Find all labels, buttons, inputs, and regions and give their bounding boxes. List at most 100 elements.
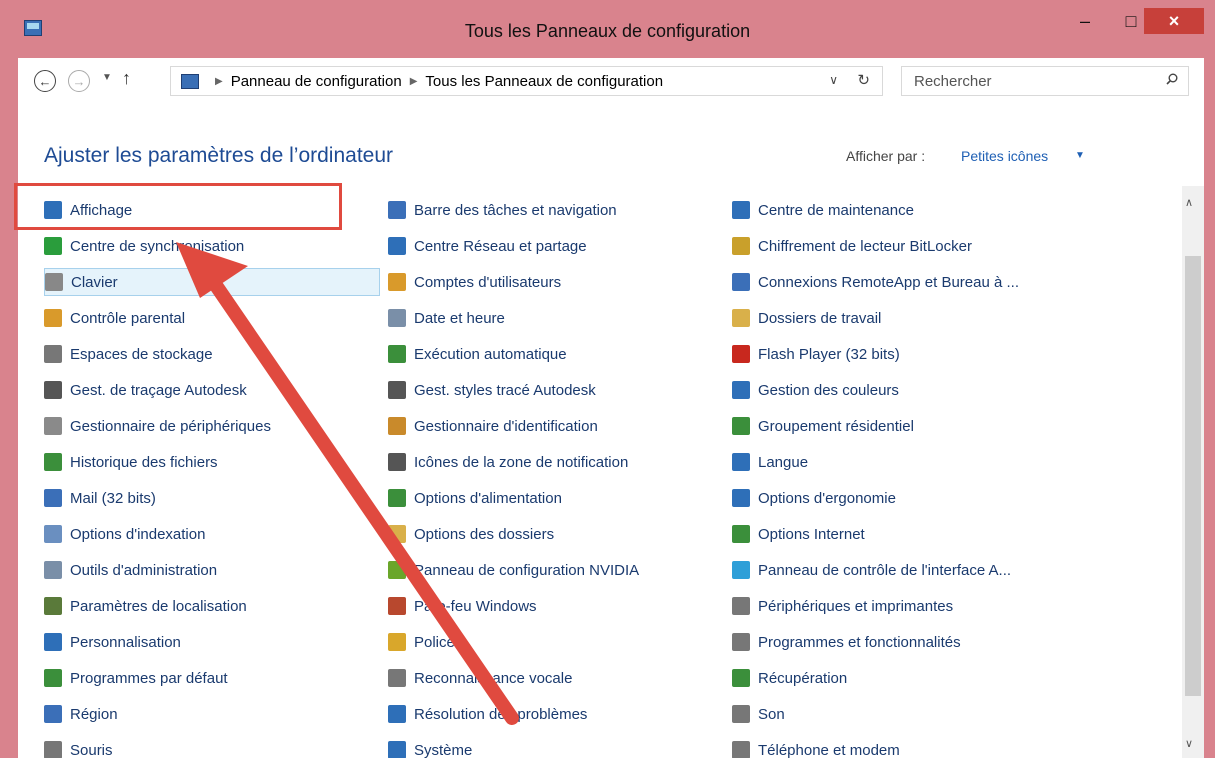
search-placeholder: Rechercher <box>914 73 992 90</box>
scroll-down-button[interactable]: ∨ <box>1185 737 1193 750</box>
item-label: Récupération <box>758 669 848 687</box>
control-panel-item[interactable]: Système <box>388 736 724 758</box>
control-panel-item[interactable]: Polices <box>388 628 724 656</box>
control-panel-icon <box>181 73 199 89</box>
control-panel-item[interactable]: Gest. styles tracé Autodesk <box>388 376 724 404</box>
control-panel-item[interactable]: Téléphone et modem <box>732 736 1068 758</box>
region-icon <box>44 705 62 723</box>
control-panel-item[interactable]: Panneau de contrôle de l'interface A... <box>732 556 1068 584</box>
devices-icon <box>44 417 62 435</box>
view-by-dropdown[interactable]: Petites icônes <box>961 148 1048 164</box>
control-panel-item[interactable]: Contrôle parental <box>44 304 380 332</box>
clock-icon <box>388 309 406 327</box>
item-label: Système <box>414 741 473 758</box>
search-icon[interactable] <box>1166 73 1178 85</box>
address-dropdown-icon[interactable]: ∨ <box>829 73 838 87</box>
control-panel-item[interactable]: Options d'alimentation <box>388 484 724 512</box>
control-panel-item[interactable]: Son <box>732 700 1068 728</box>
control-panel-item[interactable]: Centre de maintenance <box>732 196 1068 224</box>
troubleshoot-icon <box>388 705 406 723</box>
close-button[interactable]: × <box>1144 8 1204 34</box>
control-panel-item[interactable]: Exécution automatique <box>388 340 724 368</box>
control-panel-item[interactable]: Options Internet <box>732 520 1068 548</box>
item-label: Centre Réseau et partage <box>414 237 587 255</box>
item-label: Espaces de stockage <box>70 345 213 363</box>
control-panel-item[interactable]: Clavier <box>44 268 380 296</box>
search-box[interactable]: Rechercher <box>901 66 1189 96</box>
address-bar[interactable]: ▶ Panneau de configuration ▶ Tous les Pa… <box>170 66 883 96</box>
control-panel-item[interactable]: Mail (32 bits) <box>44 484 380 512</box>
control-panel-item[interactable]: Pare-feu Windows <box>388 592 724 620</box>
item-label: Date et heure <box>414 309 505 327</box>
item-label: Pare-feu Windows <box>414 597 537 615</box>
control-panel-item[interactable]: Options d'indexation <box>44 520 380 548</box>
bitlocker-icon <box>732 237 750 255</box>
up-button[interactable]: ↑ <box>122 68 131 89</box>
item-label: Options Internet <box>758 525 865 543</box>
control-panel-item[interactable]: Centre de synchronisation <box>44 232 380 260</box>
language-icon <box>732 453 750 471</box>
item-label: Chiffrement de lecteur BitLocker <box>758 237 972 255</box>
control-panel-item[interactable]: Gestionnaire d'identification <box>388 412 724 440</box>
control-panel-item[interactable]: Espaces de stockage <box>44 340 380 368</box>
control-panel-item[interactable]: Connexions RemoteApp et Bureau à ... <box>732 268 1068 296</box>
item-label: Contrôle parental <box>70 309 186 327</box>
firewall-icon <box>388 597 406 615</box>
refresh-icon[interactable]: ↻ <box>857 71 870 89</box>
control-panel-item[interactable]: Historique des fichiers <box>44 448 380 476</box>
control-panel-item[interactable]: Reconnaissance vocale <box>388 664 724 692</box>
item-label: Gestionnaire de périphériques <box>70 417 271 435</box>
control-panel-item[interactable]: Gest. de traçage Autodesk <box>44 376 380 404</box>
control-panel-item[interactable]: Icônes de la zone de notification <box>388 448 724 476</box>
control-panel-item[interactable]: Dossiers de travail <box>732 304 1068 332</box>
color-management-icon <box>732 381 750 399</box>
back-button[interactable]: ← <box>34 70 56 92</box>
control-panel-item[interactable]: Barre des tâches et navigation <box>388 196 724 224</box>
scroll-up-button[interactable]: ∧ <box>1185 196 1193 209</box>
control-panel-item[interactable]: Paramètres de localisation <box>44 592 380 620</box>
control-panel-item[interactable]: Programmes et fonctionnalités <box>732 628 1068 656</box>
control-panel-item[interactable]: Panneau de configuration NVIDIA <box>388 556 724 584</box>
control-panel-item[interactable]: Souris <box>44 736 380 758</box>
control-panel-item[interactable]: Date et heure <box>388 304 724 332</box>
highlight-box <box>14 183 342 230</box>
control-panel-item[interactable]: Personnalisation <box>44 628 380 656</box>
autoplay-icon <box>388 345 406 363</box>
control-panel-item[interactable]: Chiffrement de lecteur BitLocker <box>732 232 1068 260</box>
control-panel-item[interactable]: Gestionnaire de périphériques <box>44 412 380 440</box>
control-panel-item[interactable]: Région <box>44 700 380 728</box>
control-panel-item[interactable]: Options des dossiers <box>388 520 724 548</box>
control-panel-item[interactable]: Programmes par défaut <box>44 664 380 692</box>
scrollbar-thumb[interactable] <box>1185 256 1201 696</box>
control-panel-item[interactable]: Flash Player (32 bits) <box>732 340 1068 368</box>
recent-locations-button[interactable]: ▼ <box>102 72 112 83</box>
plot-styles-icon <box>388 381 406 399</box>
item-label: Son <box>758 705 785 723</box>
item-label: Région <box>70 705 118 723</box>
microphone-icon <box>388 669 406 687</box>
control-panel-item[interactable]: Groupement résidentiel <box>732 412 1068 440</box>
control-panel-item[interactable]: Résolution des problèmes <box>388 700 724 728</box>
control-panel-item[interactable]: Centre Réseau et partage <box>388 232 724 260</box>
control-panel-item[interactable]: Langue <box>732 448 1068 476</box>
control-panel-item[interactable]: Comptes d'utilisateurs <box>388 268 724 296</box>
control-panel-item[interactable]: Outils d'administration <box>44 556 380 584</box>
vertical-scrollbar[interactable]: ∧ ∨ <box>1182 186 1204 758</box>
page-title: Ajuster les paramètres de l’ordinateur <box>44 144 394 167</box>
breadcrumb-current[interactable]: Tous les Panneaux de configuration <box>425 73 663 90</box>
nvidia-icon <box>388 561 406 579</box>
control-panel-item[interactable]: Options d'ergonomie <box>732 484 1068 512</box>
item-label: Groupement résidentiel <box>758 417 914 435</box>
item-label: Gest. styles tracé Autodesk <box>414 381 596 399</box>
control-panel-item[interactable]: Récupération <box>732 664 1068 692</box>
item-label: Centre de synchronisation <box>70 237 245 255</box>
control-panel-item[interactable]: Périphériques et imprimantes <box>732 592 1068 620</box>
control-panel-item[interactable]: Gestion des couleurs <box>732 376 1068 404</box>
breadcrumb-root[interactable]: Panneau de configuration <box>231 73 402 90</box>
item-label: Programmes par défaut <box>70 669 228 687</box>
minimize-button[interactable]: – <box>1062 8 1108 34</box>
work-folders-icon <box>732 309 750 327</box>
chevron-down-icon[interactable]: ▼ <box>1075 150 1085 161</box>
forward-button[interactable]: → <box>68 70 90 92</box>
programs-icon <box>732 633 750 651</box>
